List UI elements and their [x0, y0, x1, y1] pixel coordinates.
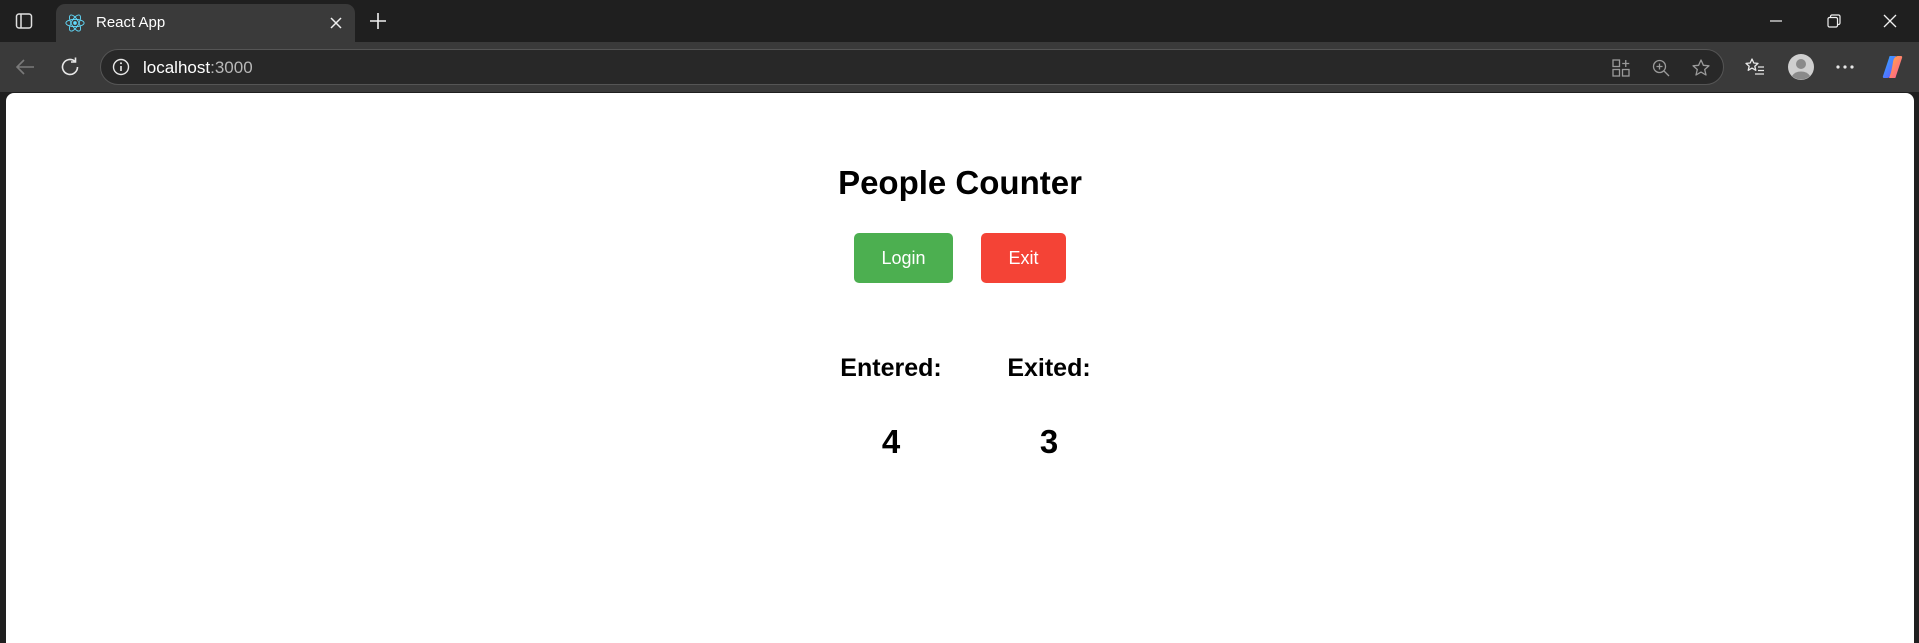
entered-count: 4 — [881, 423, 901, 460]
tab-title: React App — [96, 14, 166, 31]
app-available-button[interactable] — [1609, 56, 1633, 80]
app-available-icon — [1612, 59, 1630, 77]
page-content: People Counter Login Exit Entered: Exite… — [6, 93, 1914, 643]
minimize-icon — [1770, 20, 1782, 22]
info-icon — [112, 58, 130, 76]
more-icon — [1836, 65, 1854, 69]
plus-icon — [370, 13, 386, 29]
back-button[interactable] — [10, 52, 40, 82]
refresh-icon — [61, 57, 79, 76]
login-button[interactable]: Login — [854, 233, 953, 283]
exit-button[interactable]: Exit — [981, 233, 1066, 283]
exited-count: 3 — [1039, 423, 1059, 460]
profile-button[interactable] — [1785, 51, 1817, 83]
more-button[interactable] — [1830, 52, 1860, 82]
url-host: localhost — [143, 58, 211, 77]
react-logo-icon — [65, 13, 85, 33]
address-bar[interactable]: localhost:3000 — [100, 49, 1724, 85]
tab-actions-icon — [15, 13, 33, 29]
exited-label: Exited: — [1007, 354, 1091, 382]
back-arrow-icon — [15, 59, 34, 75]
url-port: :3000 — [210, 58, 253, 77]
tab-strip: React App — [0, 0, 1919, 42]
new-tab-button[interactable] — [364, 7, 392, 35]
browser-window: React App localhost:3000 People Counter … — [0, 0, 1919, 643]
zoom-button[interactable] — [1649, 56, 1673, 80]
close-icon — [330, 17, 342, 29]
tab-close-button[interactable] — [325, 12, 347, 34]
entered-label: Entered: — [840, 354, 942, 382]
star-icon — [1692, 59, 1710, 76]
close-window-button[interactable] — [1861, 0, 1919, 42]
zoom-icon — [1652, 59, 1670, 77]
profile-avatar-icon — [1788, 54, 1814, 80]
restore-button[interactable] — [1805, 0, 1863, 42]
favorites-button[interactable] — [1740, 52, 1770, 82]
browser-toolbar: localhost:3000 — [0, 42, 1919, 92]
minimize-button[interactable] — [1747, 0, 1805, 42]
copilot-icon — [1882, 56, 1903, 78]
site-info-button[interactable] — [111, 57, 131, 77]
url-text: localhost:3000 — [143, 58, 253, 78]
restore-icon — [1827, 14, 1841, 28]
refresh-button[interactable] — [55, 52, 85, 82]
copilot-button[interactable] — [1879, 52, 1909, 82]
page-title: People Counter — [838, 164, 1082, 201]
favorites-icon — [1745, 58, 1764, 75]
close-icon — [1883, 14, 1897, 28]
add-favorite-button[interactable] — [1689, 56, 1713, 80]
tab-actions-button[interactable] — [10, 8, 38, 34]
tab-react-app[interactable]: React App — [56, 4, 355, 42]
